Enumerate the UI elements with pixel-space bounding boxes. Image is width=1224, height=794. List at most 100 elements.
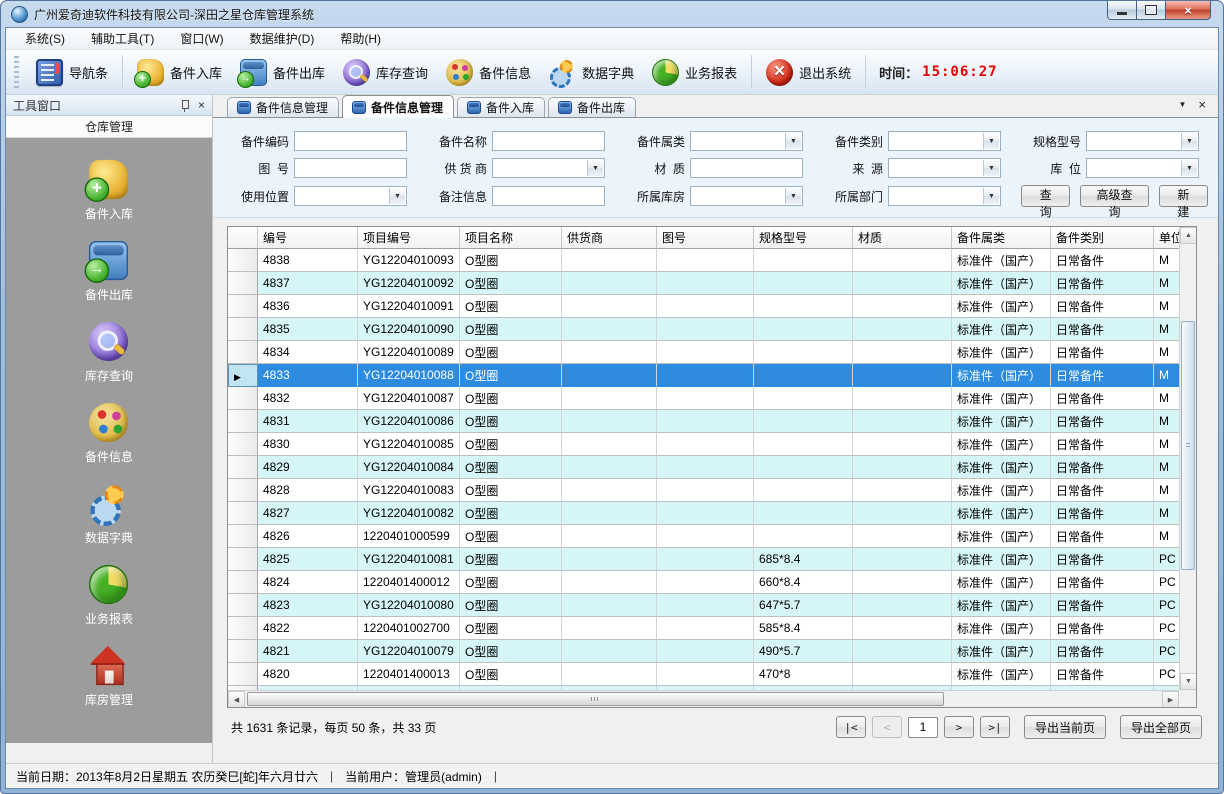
scroll-up-icon[interactable]: ▲	[1180, 227, 1197, 244]
horizontal-scroll-thumb[interactable]	[247, 692, 944, 706]
page-number-input[interactable]	[908, 717, 938, 738]
menu-item-system[interactable]: 系统(S)	[12, 27, 78, 50]
table-row[interactable]: 4830YG12204010085O型圈标准件（国产）日常备件M	[228, 433, 1179, 456]
tab-close-icon[interactable]: ×	[1198, 98, 1206, 111]
menu-item-aux-tools[interactable]: 辅助工具(T)	[78, 27, 167, 50]
table-row[interactable]: 4828YG12204010083O型圈标准件（国产）日常备件M	[228, 479, 1179, 502]
part-name-input[interactable]	[492, 131, 605, 151]
scroll-left-icon[interactable]: ◀	[228, 691, 245, 708]
toolbar-button-part-info[interactable]: 备件信息	[437, 56, 540, 89]
sidebar-item-part-in[interactable]: 备件入库	[85, 156, 133, 222]
row-selector-cell[interactable]	[228, 502, 258, 525]
toolbar-button-exit[interactable]: 退出系统	[757, 56, 860, 89]
column-header-9[interactable]: 备件类别	[1051, 227, 1154, 249]
sidebar-item-data-dict[interactable]: 数据字典	[85, 480, 133, 546]
row-selector-cell[interactable]	[228, 249, 258, 272]
sidebar-item-part-info[interactable]: 备件信息	[85, 399, 133, 465]
column-header-6[interactable]: 规格型号	[754, 227, 853, 249]
row-selector-cell[interactable]	[228, 548, 258, 571]
last-page-button[interactable]: >|	[980, 716, 1010, 738]
row-selector-cell[interactable]	[228, 272, 258, 295]
query-button[interactable]: 查询	[1021, 185, 1070, 207]
table-row[interactable]: 4825YG12204010081O型圈685*8.4标准件（国产）日常备件PC	[228, 548, 1179, 571]
export-current-page-button[interactable]: 导出当前页	[1024, 715, 1106, 739]
horizontal-scrollbar[interactable]: ◀ ▶	[228, 690, 1179, 707]
sidebar-item-warehouse[interactable]: 库房管理	[85, 642, 133, 708]
row-selector-cell[interactable]	[228, 571, 258, 594]
drawing-no-input[interactable]	[294, 158, 407, 178]
row-selector-cell[interactable]	[228, 410, 258, 433]
row-selector-cell[interactable]	[228, 594, 258, 617]
table-row[interactable]: 4836YG12204010091O型圈标准件（国产）日常备件M	[228, 295, 1179, 318]
table-row[interactable]: 48201220401400013O型圈470*8标准件（国产）日常备件PC	[228, 663, 1179, 686]
menu-item-window[interactable]: 窗口(W)	[167, 27, 236, 50]
remark-input[interactable]	[492, 186, 605, 206]
column-header-10[interactable]: 单位	[1154, 227, 1179, 249]
tab-2[interactable]: 备件入库	[457, 97, 545, 117]
usage-position-dropdown[interactable]	[294, 186, 407, 206]
table-row[interactable]: 4821YG12204010079O型圈490*5.7标准件（国产）日常备件PC	[228, 640, 1179, 663]
table-row[interactable]: 4835YG12204010090O型圈标准件（国产）日常备件M	[228, 318, 1179, 341]
close-button[interactable]: ×	[1165, 1, 1211, 20]
tab-0[interactable]: 备件信息管理	[227, 97, 339, 117]
advanced-query-button[interactable]: 高级查询	[1080, 185, 1149, 207]
column-header-4[interactable]: 供货商	[562, 227, 657, 249]
warehouse-dropdown[interactable]	[690, 186, 803, 206]
toolbar-button-part-in[interactable]: 备件入库	[128, 56, 231, 89]
part-category-dropdown[interactable]	[690, 131, 803, 151]
sidebar-item-biz-report[interactable]: 业务报表	[85, 561, 133, 627]
next-page-button[interactable]: >	[944, 716, 974, 738]
menu-item-data-maintenance[interactable]: 数据维护(D)	[237, 27, 328, 50]
row-selector-cell[interactable]	[228, 663, 258, 686]
row-selector-cell[interactable]	[228, 456, 258, 479]
column-header-1[interactable]: 编号	[258, 227, 358, 249]
row-selector-cell[interactable]	[228, 640, 258, 663]
minimize-button[interactable]	[1107, 1, 1137, 20]
drawing-no-text-input[interactable]	[295, 159, 406, 177]
table-row[interactable]: 4823YG12204010080O型圈647*5.7标准件（国产）日常备件PC	[228, 594, 1179, 617]
row-selector-cell[interactable]	[228, 295, 258, 318]
toolbar-button-biz-report[interactable]: 业务报表	[643, 56, 746, 89]
material-text-input[interactable]	[691, 159, 802, 177]
row-selector-cell[interactable]	[228, 433, 258, 456]
table-row[interactable]: 4837YG12204010092O型圈标准件（国产）日常备件M	[228, 272, 1179, 295]
row-selector-cell[interactable]	[228, 387, 258, 410]
prev-page-button[interactable]: <	[872, 716, 902, 738]
vertical-scroll-track[interactable]	[1180, 244, 1196, 673]
department-dropdown[interactable]	[888, 186, 1001, 206]
title-bar[interactable]: 广州爱奇迪软件科技有限公司-深田之星仓库管理系统	[1, 1, 1223, 27]
maximize-button[interactable]	[1136, 1, 1166, 20]
column-header-7[interactable]: 材质	[853, 227, 952, 249]
table-row[interactable]: 4827YG12204010082O型圈标准件（国产）日常备件M	[228, 502, 1179, 525]
column-header-5[interactable]: 图号	[657, 227, 754, 249]
supplier-dropdown[interactable]	[492, 158, 605, 178]
source-dropdown[interactable]	[888, 158, 1001, 178]
row-selector-cell[interactable]	[228, 525, 258, 548]
sidebar-close-icon[interactable]: ×	[198, 99, 205, 111]
table-row[interactable]: 4829YG12204010084O型圈标准件（国产）日常备件M	[228, 456, 1179, 479]
table-row[interactable]: 4834YG12204010089O型圈标准件（国产）日常备件M	[228, 341, 1179, 364]
toolbar-grip[interactable]	[14, 56, 19, 88]
toolbar-button-data-dict[interactable]: 数据字典	[540, 56, 643, 89]
tab-list-dropdown-icon[interactable]: ▼	[1178, 100, 1186, 109]
tab-3[interactable]: 备件出库	[548, 97, 636, 117]
menu-item-help[interactable]: 帮助(H)	[327, 27, 394, 50]
part-class-dropdown[interactable]	[888, 131, 1001, 151]
table-row[interactable]: 4838YG12204010093O型圈标准件（国产）日常备件M	[228, 249, 1179, 272]
column-header-3[interactable]: 项目名称	[460, 227, 562, 249]
tab-1-active[interactable]: 备件信息管理	[342, 95, 454, 118]
row-selector-cell[interactable]: ▶	[228, 364, 258, 387]
scroll-down-icon[interactable]: ▼	[1180, 673, 1197, 690]
part-name-text-input[interactable]	[493, 132, 604, 150]
new-button[interactable]: 新建	[1159, 185, 1208, 207]
table-row[interactable]: 48221220401002700O型圈585*8.4标准件（国产）日常备件PC	[228, 617, 1179, 640]
toolbar-button-part-out[interactable]: 备件出库	[231, 56, 334, 89]
pin-icon[interactable]	[180, 99, 190, 112]
row-selector-cell[interactable]	[228, 341, 258, 364]
table-row[interactable]: 4832YG12204010087O型圈标准件（国产）日常备件M	[228, 387, 1179, 410]
column-header-2[interactable]: 项目编号	[358, 227, 460, 249]
toolbar-button-navbar[interactable]: 导航条	[27, 56, 117, 89]
toolbar-button-stock-query[interactable]: 库存查询	[334, 56, 437, 89]
vertical-scrollbar[interactable]: ▲ ▼	[1179, 227, 1196, 690]
row-selector-cell[interactable]	[228, 318, 258, 341]
